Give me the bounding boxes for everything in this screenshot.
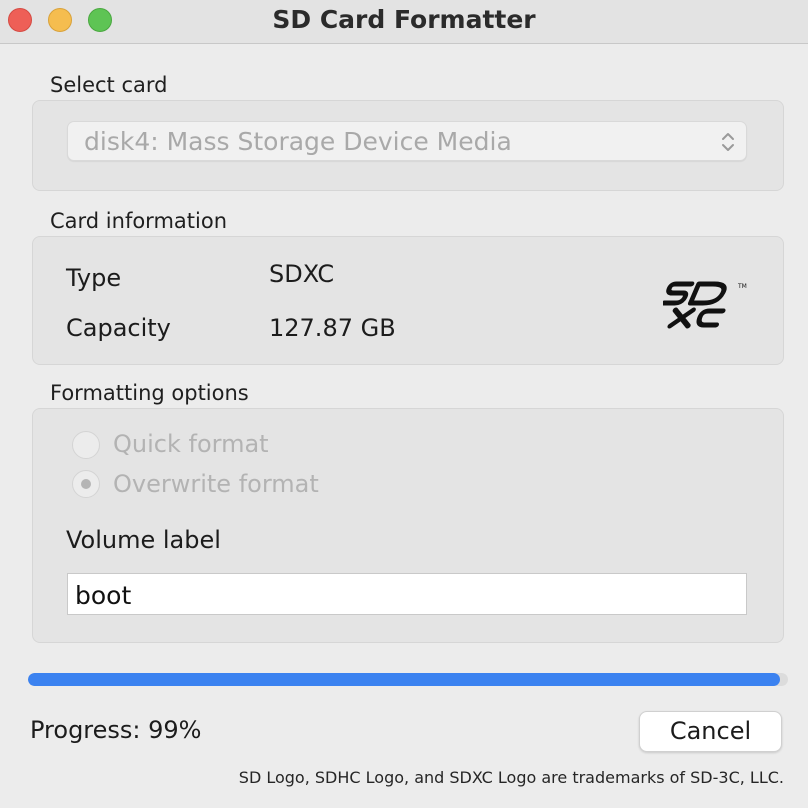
progress-bar-fill	[28, 673, 781, 686]
radio-selected-dot	[81, 479, 91, 489]
cancel-button[interactable]: Cancel	[639, 711, 782, 752]
svg-text:TM: TM	[737, 283, 747, 290]
select-card-label: Select card	[50, 73, 168, 97]
progress-text: Progress: 99%	[30, 716, 202, 744]
card-information-label: Card information	[50, 209, 228, 233]
window-title: SD Card Formatter	[272, 5, 536, 34]
capacity-key: Capacity	[66, 314, 171, 342]
volume-label-input[interactable]: boot	[67, 573, 747, 615]
trademark-footer: SD Logo, SDHC Logo, and SDXC Logo are tr…	[238, 768, 784, 787]
title-bar[interactable]: SD Card Formatter	[0, 0, 808, 44]
overwrite-format-radio[interactable]	[72, 470, 100, 498]
card-select-value: disk4: Mass Storage Device Media	[84, 127, 512, 156]
capacity-value: 127.87 GB	[269, 314, 396, 342]
type-key: Type	[66, 264, 122, 292]
quick-format-label[interactable]: Quick format	[113, 430, 269, 458]
app-window: SD Card Formatter Select card disk4: Mas…	[0, 0, 808, 808]
card-select-dropdown[interactable]: disk4: Mass Storage Device Media	[67, 121, 747, 161]
quick-format-radio[interactable]	[72, 431, 100, 459]
sdxc-logo-icon: TM	[663, 281, 747, 329]
formatting-options-label: Formatting options	[50, 381, 249, 405]
chevron-up-down-icon	[722, 133, 734, 151]
overwrite-format-label[interactable]: Overwrite format	[113, 470, 319, 498]
progress-bar	[28, 673, 788, 686]
type-value: SDXC	[269, 260, 335, 288]
volume-label-caption: Volume label	[66, 526, 221, 554]
